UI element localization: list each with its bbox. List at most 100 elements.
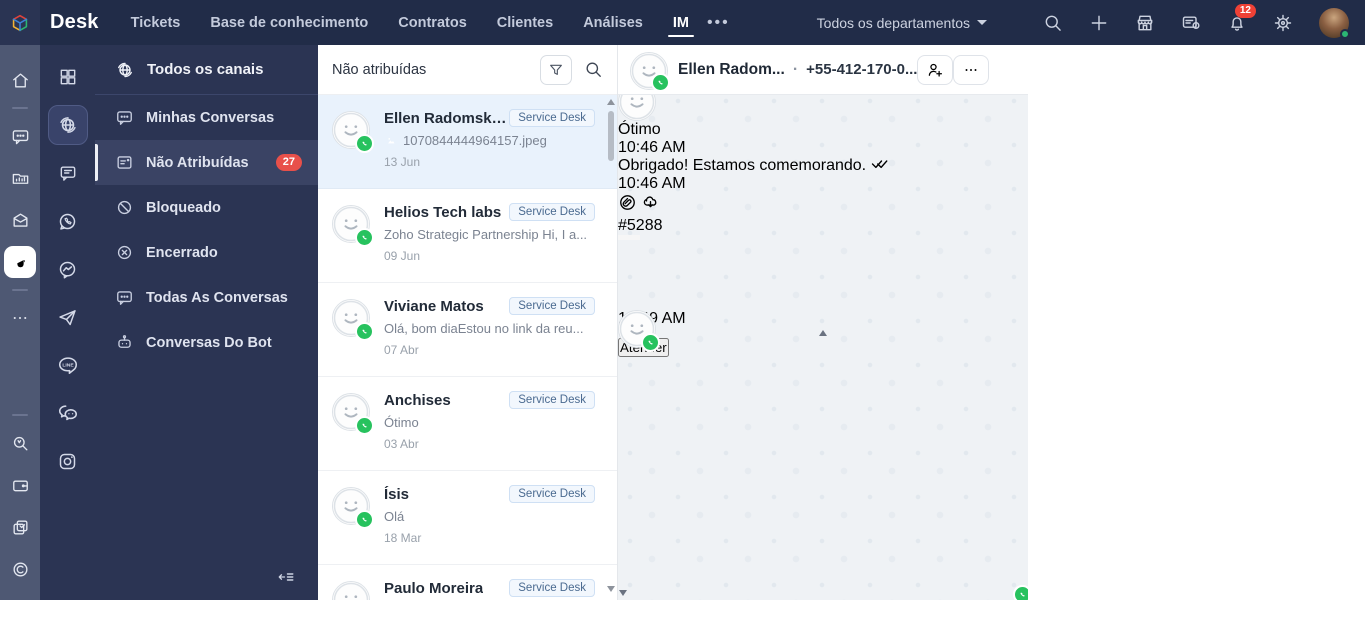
list-search-icon[interactable] (584, 60, 603, 79)
user-avatar[interactable] (1319, 8, 1349, 38)
ticket-reference-link[interactable]: #5288 (618, 217, 1028, 235)
wechat-channel-icon[interactable] (48, 393, 88, 433)
sidebar-item-all-conversations[interactable]: Todas As Conversas (95, 275, 318, 320)
assign-agent-button[interactable] (917, 55, 953, 85)
department-selector[interactable]: Todos os departamentos (817, 15, 987, 31)
telegram-channel-icon[interactable] (48, 297, 88, 337)
marketplace-icon[interactable] (1135, 13, 1155, 33)
department-badge: Service Desk (509, 203, 595, 221)
whatsapp-channel-badge (355, 322, 374, 341)
messenger-channel-icon[interactable] (48, 249, 88, 289)
nav-contracts[interactable]: Contratos (398, 3, 466, 43)
more-modules-icon[interactable] (0, 297, 40, 339)
zia-search-icon[interactable] (0, 422, 40, 464)
nav-knowledge-base[interactable]: Base de conhecimento (210, 3, 368, 43)
sidebar-item-closed[interactable]: Encerrado (95, 230, 318, 275)
nav-tickets[interactable]: Tickets (131, 3, 181, 43)
home-icon[interactable] (0, 59, 40, 101)
sidebar-item-unassigned[interactable]: Não Atribuídas 27 (95, 140, 318, 185)
message-bubble: Obrigado! Estamos comemorando. (618, 157, 1028, 175)
nav-right-cluster: Todos os departamentos 12 (817, 8, 1365, 38)
search-icon[interactable] (1043, 13, 1063, 33)
svg-text:LINE: LINE (62, 362, 74, 368)
globe-icon (115, 60, 135, 80)
image-message[interactable] (618, 235, 1028, 310)
online-status-dot (1340, 29, 1350, 39)
sidebar-item-my-conversations[interactable]: Minhas Conversas (95, 95, 318, 140)
message-timestamp: 10:49 AM (618, 310, 1028, 328)
analytics-folder-icon[interactable] (0, 157, 40, 199)
all-channels-globe-icon[interactable] (48, 105, 88, 145)
blocked-icon (115, 198, 134, 217)
chat-scrollbar[interactable] (618, 330, 1028, 336)
zoho-logo[interactable] (0, 0, 40, 45)
brand-title: Desk (50, 11, 99, 34)
conversation-list-item[interactable]: Ellen Radomski ... Service Desk 10708444… (318, 95, 617, 189)
feedback-icon[interactable] (1181, 13, 1201, 33)
conversation-date: 13 Jun (384, 155, 595, 169)
sidebar-item-blocked[interactable]: Bloqueado (95, 185, 318, 230)
download-icon[interactable] (641, 193, 660, 212)
message-preview: Ótimo (384, 415, 595, 430)
contact-avatar (332, 393, 370, 431)
bot-icon (115, 333, 134, 352)
sidebar-item-all-channels[interactable]: Todos os canais (95, 45, 318, 95)
sidebar-item-bot-conversations[interactable]: Conversas Do Bot (95, 320, 318, 365)
contact-name: Helios Tech labs (384, 204, 501, 221)
chat-bubble-icon (115, 288, 134, 307)
nav-more-menu[interactable]: ••• (707, 14, 730, 32)
list-scrollbar[interactable] (606, 97, 616, 596)
department-badge: Service Desk (509, 485, 595, 503)
notifications-bell-icon[interactable]: 12 (1227, 13, 1247, 33)
conversation-list-item[interactable]: Anchises Service Desk Ótimo 03 Abr (318, 377, 617, 471)
chat-bubble-icon (115, 108, 134, 127)
scroll-down-arrow[interactable] (607, 586, 615, 592)
contact-name: Anchises (384, 392, 451, 409)
conversation-list-item[interactable]: Viviane Matos Service Desk Olá, bom diaE… (318, 283, 617, 377)
notification-count-badge: 12 (1235, 4, 1256, 18)
conversation-list-item[interactable]: Ísis Service Desk Olá 18 Mar (318, 471, 617, 565)
contact-name: Paulo Moreira (384, 580, 483, 597)
sidebar-item-label: Encerrado (146, 245, 218, 261)
chat-panel: Ótimo 10:46 AM Obrigado! Estamos comemor… (618, 45, 1028, 600)
message-preview: Olá (384, 509, 595, 524)
line-channel-icon[interactable]: LINE (48, 345, 88, 385)
im-module-icon-active[interactable] (4, 246, 36, 278)
wallet-icon[interactable] (0, 464, 40, 506)
mail-inbox-icon[interactable] (0, 199, 40, 241)
nav-clients[interactable]: Clientes (497, 3, 553, 43)
attach-to-ticket-icon[interactable] (618, 193, 637, 212)
whatsapp-channel-badge (355, 416, 374, 435)
closed-x-circle-icon (115, 243, 134, 262)
whatsapp-channel-badge (355, 510, 374, 529)
conversation-list-item[interactable]: Paulo Moreira Service Desk (318, 565, 617, 600)
conversation-list-item[interactable]: Helios Tech labs Service Desk Zoho Strat… (318, 189, 617, 283)
tags-icon[interactable] (0, 506, 40, 548)
nav-im[interactable]: IM (673, 3, 689, 43)
coin-icon[interactable] (0, 548, 40, 590)
scrollbar-thumb[interactable] (608, 111, 614, 161)
scroll-up-arrow[interactable] (607, 99, 615, 105)
nav-items: Tickets Base de conhecimento Contratos C… (131, 3, 689, 43)
instagram-channel-icon[interactable] (48, 441, 88, 481)
conversation-date: 18 Mar (384, 531, 595, 545)
filter-button[interactable] (540, 55, 572, 85)
rail-divider (12, 107, 28, 109)
nav-analytics[interactable]: Análises (583, 3, 643, 43)
add-icon[interactable] (1089, 13, 1109, 33)
sidebar-collapse-icon[interactable] (95, 568, 318, 600)
scroll-up-arrow[interactable] (819, 330, 827, 336)
department-selector-label: Todos os departamentos (817, 15, 970, 31)
incoming-message: Ótimo (618, 121, 1028, 139)
scroll-down-arrow[interactable] (619, 590, 627, 596)
modules-grid-icon[interactable] (48, 57, 88, 97)
embedded-screenshot (618, 235, 1028, 310)
messaging-channel-icon[interactable] (48, 153, 88, 193)
conversation-date: 03 Abr (384, 437, 595, 451)
whatsapp-channel-icon[interactable] (48, 201, 88, 241)
contact-avatar (332, 581, 370, 600)
settings-gear-icon[interactable] (1273, 13, 1293, 33)
more-options-button[interactable] (953, 55, 989, 85)
whatsapp-channel-badge (651, 73, 670, 92)
chat-module-icon[interactable] (0, 115, 40, 157)
